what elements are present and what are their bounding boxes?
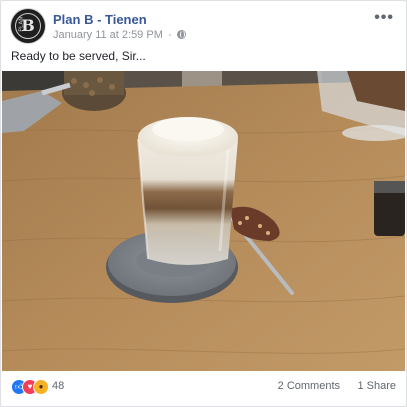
post-text: Ready to be served, Sir... xyxy=(11,49,146,63)
comments-count-link[interactable]: 2 Comments xyxy=(278,380,340,392)
page-avatar[interactable]: PLAN B xyxy=(11,9,45,43)
avatar-letter: B xyxy=(21,16,35,35)
wow-icon: ● xyxy=(33,379,49,395)
globe-icon[interactable] xyxy=(176,30,186,39)
post-photo[interactable] xyxy=(2,71,405,371)
latte-photo-illustration xyxy=(2,71,405,371)
meta-separator: · xyxy=(167,29,172,41)
page-name-link[interactable]: Plan B - Tienen xyxy=(53,12,147,27)
post-card: PLAN B Plan B - Tienen January 11 at 2:5… xyxy=(0,0,407,407)
post-timestamp[interactable]: January 11 at 2:59 PM xyxy=(53,29,163,41)
post-header: PLAN B Plan B - Tienen January 11 at 2:5… xyxy=(11,9,396,43)
reaction-count[interactable]: 48 xyxy=(52,380,64,392)
post-meta: January 11 at 2:59 PM · xyxy=(53,29,186,41)
shares-count-link[interactable]: 1 Share xyxy=(357,380,396,392)
post-footer: 👍︎ ♥ ● 48 2 Comments 1 Share xyxy=(11,377,396,397)
more-options-button[interactable]: ••• xyxy=(374,9,394,27)
